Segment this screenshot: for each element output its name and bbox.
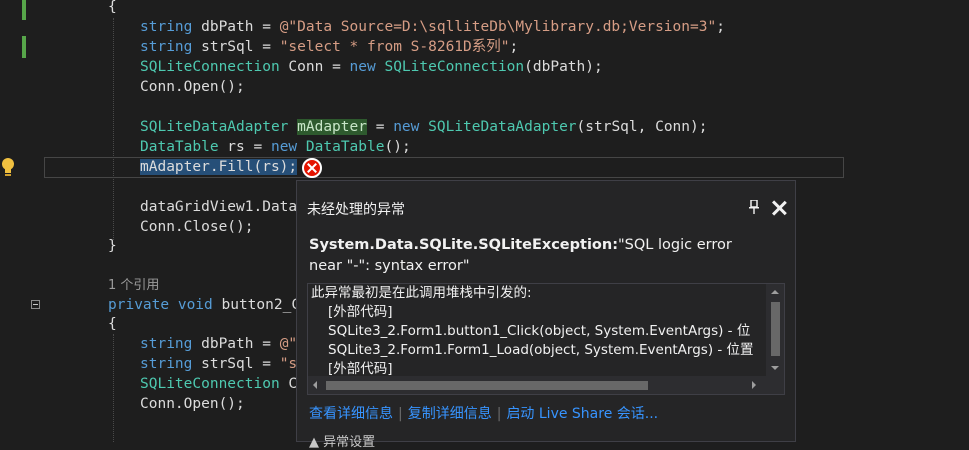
view-details-link[interactable]: 查看详细信息	[309, 406, 393, 422]
call-stack-box[interactable]: 此异常最初是在此调用堆栈中引发的: [外部代码] SQLite3_2.Form1…	[307, 283, 785, 395]
popup-links: 查看详细信息 | 复制详细信息 | 启动 Live Share 会话...	[309, 403, 658, 423]
pin-icon[interactable]	[749, 200, 759, 214]
code-line: string dbPath = @"Da	[140, 336, 315, 352]
stack-line: SQLite3_2.Form1.Form1_Load(object, Syste…	[328, 342, 754, 358]
link-separator: |	[496, 406, 502, 422]
popup-title: 未经处理的异常	[307, 202, 405, 218]
code-line: SQLiteDataAdapter mAdapter = new SQLiteD…	[140, 119, 708, 135]
exception-message: System.Data.SQLite.SQLiteException:"SQL …	[309, 237, 732, 274]
scroll-up-icon[interactable]	[771, 286, 779, 294]
error-icon[interactable]	[302, 158, 322, 178]
code-line: Conn.Open();	[140, 79, 245, 95]
horizontal-scrollbar[interactable]	[308, 376, 784, 394]
code-line-error: mAdapter.Fill(rs);	[140, 159, 298, 175]
code-line: string dbPath = @"Data Source=D:\sqllite…	[140, 19, 725, 35]
indent-guide	[113, 18, 114, 240]
code-line: Conn.Close();	[140, 219, 254, 235]
code-line: {	[108, 0, 117, 15]
code-line: string strSql = "select * from S-8261D系列…	[140, 39, 519, 55]
code-line: }	[108, 238, 117, 254]
exception-settings-toggle[interactable]: ▲ 异常设置	[309, 431, 375, 450]
code-line: string strSql = "sel	[140, 356, 315, 372]
scroll-right-icon[interactable]	[752, 381, 760, 389]
reference-count[interactable]: 1 个引用	[108, 276, 159, 296]
copy-details-link[interactable]: 复制详细信息	[408, 406, 492, 422]
scroll-thumb[interactable]	[771, 302, 780, 356]
code-line: {	[108, 316, 117, 332]
code-line: Conn.Open();	[140, 396, 245, 412]
close-icon[interactable]	[771, 200, 787, 216]
code-line: private void button2_Cli	[108, 297, 318, 313]
exception-popup: 未经处理的异常 System.Data.SQLite.SQLiteExcepti…	[296, 180, 796, 450]
link-separator: |	[398, 406, 403, 422]
scroll-left-icon[interactable]	[309, 381, 317, 389]
code-line: dataGridView1.DataSo	[140, 199, 315, 215]
stack-line: [外部代码]	[328, 304, 393, 320]
scroll-thumb[interactable]	[326, 381, 648, 390]
code-line: SQLiteConnection Con	[140, 376, 315, 392]
stack-header: 此异常最初是在此调用堆栈中引发的:	[311, 285, 532, 301]
stack-line: SQLite3_2.Form1.button1_Click(object, Sy…	[328, 323, 751, 339]
exception-type: System.Data.SQLite.SQLiteException:	[309, 237, 619, 253]
indent-guide	[113, 334, 114, 442]
vertical-scrollbar[interactable]	[766, 284, 784, 376]
scroll-down-icon[interactable]	[771, 366, 779, 374]
stack-line: [外部代码]	[328, 361, 393, 376]
code-line: DataTable rs = new DataTable();	[140, 139, 411, 155]
live-share-link[interactable]: 启动 Live Share 会话...	[506, 406, 658, 422]
code-line: SQLiteConnection Conn = new SQLiteConnec…	[140, 59, 603, 75]
